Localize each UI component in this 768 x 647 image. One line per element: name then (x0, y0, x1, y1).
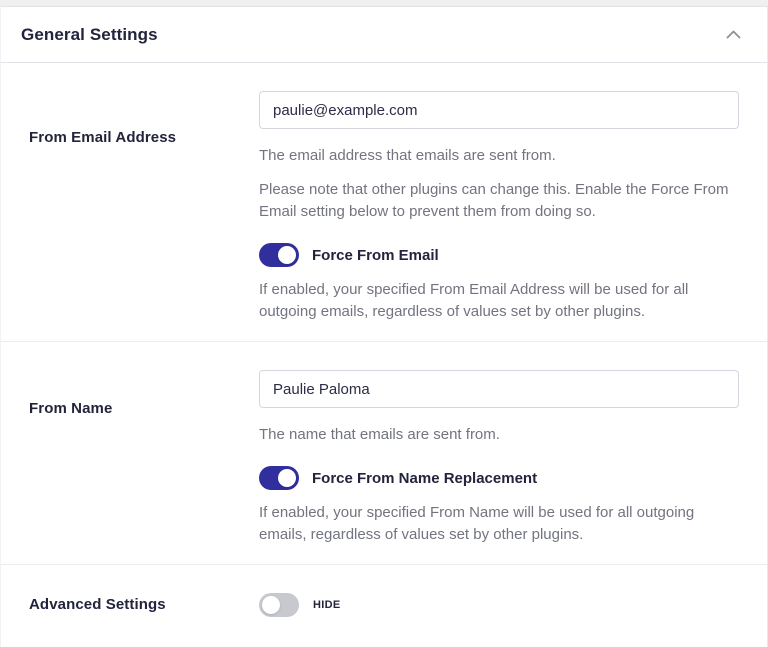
toggle-knob (278, 469, 296, 487)
from-email-help: The email address that emails are sent f… (259, 147, 556, 164)
force-from-email-toggle[interactable] (259, 243, 299, 267)
setting-row-advanced: Advanced Settings HIDE (1, 564, 767, 647)
general-settings-panel: General Settings From Email Address The … (0, 6, 768, 647)
from-email-input[interactable] (259, 91, 739, 129)
force-from-name-description: If enabled, your specified From Name wil… (259, 504, 695, 543)
toggle-knob (278, 246, 296, 264)
force-from-name-toggle[interactable] (259, 466, 299, 490)
setting-row-from-name: From Name The name that emails are sent … (1, 341, 767, 564)
from-name-help: The name that emails are sent from. (259, 426, 500, 443)
advanced-settings-toggle[interactable] (259, 593, 299, 617)
force-from-email-description: If enabled, your specified From Email Ad… (259, 281, 689, 320)
panel-header[interactable]: General Settings (1, 7, 767, 63)
chevron-up-icon[interactable] (726, 30, 741, 39)
panel-title: General Settings (21, 24, 158, 44)
force-from-name-toggle-label: Force From Name Replacement (312, 469, 538, 487)
setting-row-from-email: From Email Address The email address tha… (1, 63, 767, 341)
advanced-settings-toggle-label: HIDE (313, 599, 341, 611)
force-from-email-row: Force From Email (259, 243, 739, 267)
force-from-name-row: Force From Name Replacement (259, 466, 739, 490)
advanced-settings-row: HIDE (259, 593, 739, 617)
from-name-input[interactable] (259, 370, 739, 408)
force-from-email-toggle-label: Force From Email (312, 246, 439, 264)
advanced-settings-label: Advanced Settings (29, 596, 166, 613)
toggle-knob (262, 596, 280, 614)
from-email-note: Please note that other plugins can chang… (259, 181, 729, 220)
from-name-label: From Name (29, 400, 113, 417)
from-email-label: From Email Address (29, 129, 177, 146)
